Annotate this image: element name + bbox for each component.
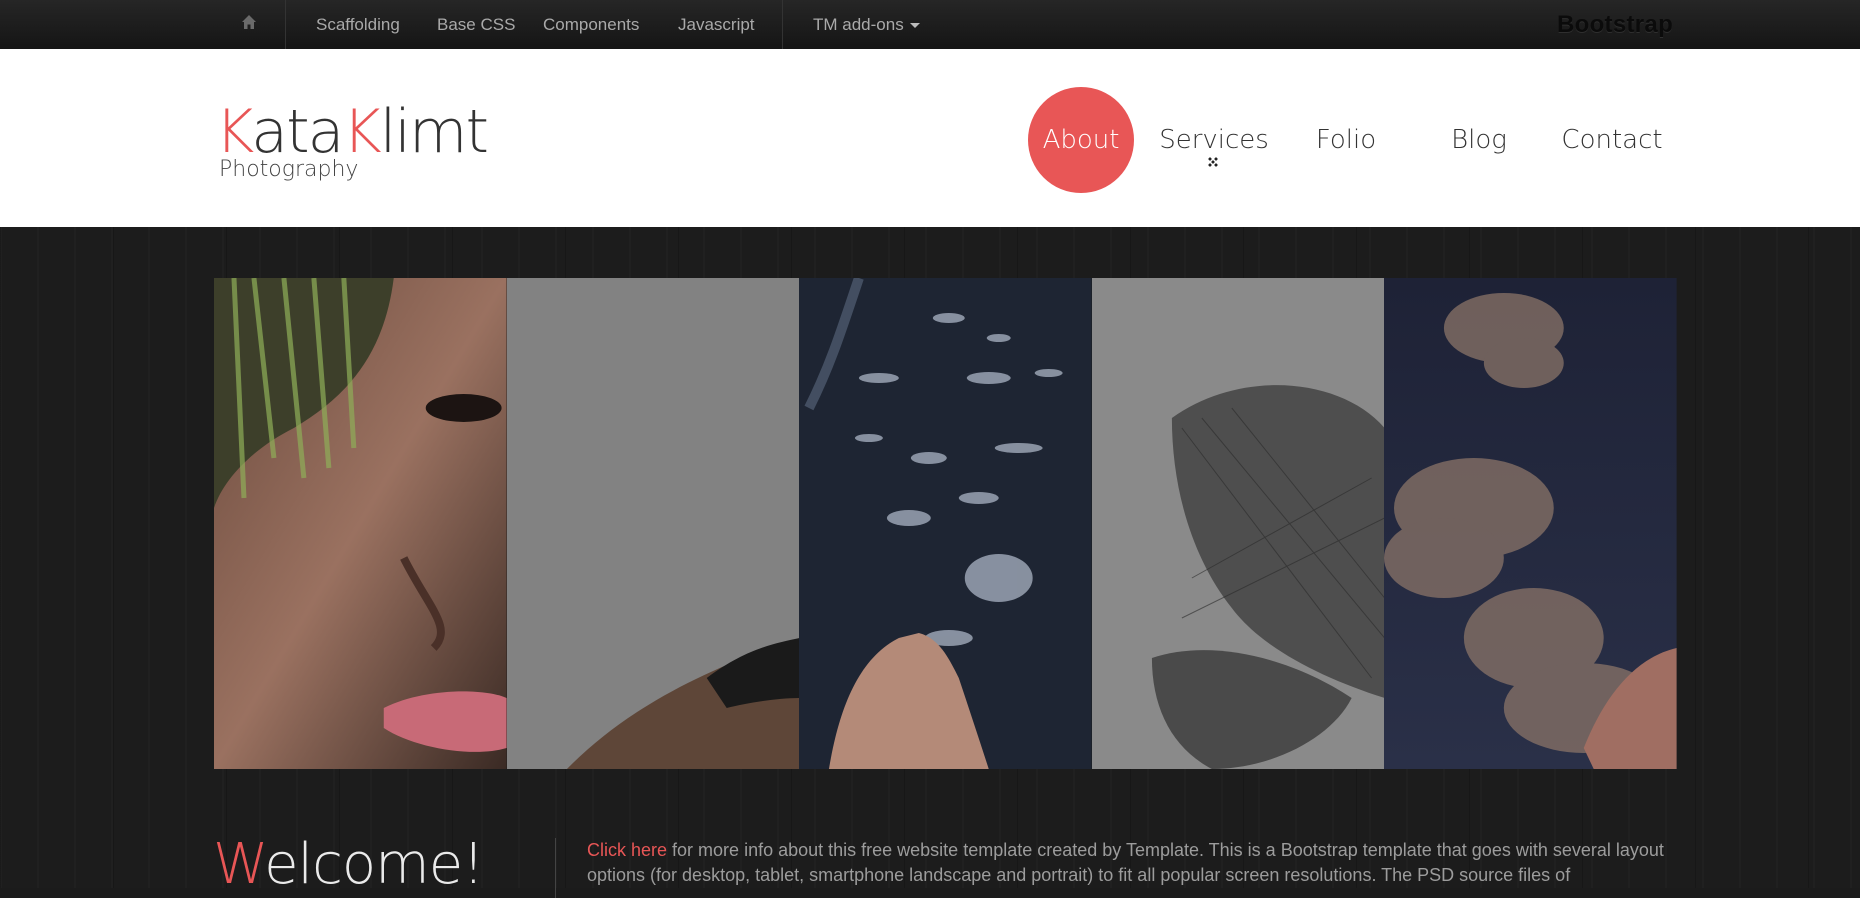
- nav-item-contact[interactable]: Contact: [1556, 87, 1668, 193]
- welcome-initial: W: [213, 832, 265, 897]
- click-here-link[interactable]: Click here: [587, 840, 667, 860]
- woman-face-photo: [214, 278, 507, 769]
- logo-last-rest: limt: [379, 97, 489, 167]
- services-dropdown-indicator-icon: [1208, 157, 1218, 167]
- topbar-divider: [782, 0, 783, 49]
- welcome-rest: elcome!: [264, 832, 485, 897]
- home-button[interactable]: [213, 0, 286, 49]
- topbar-link-base-css[interactable]: Base CSS: [437, 0, 515, 49]
- clouds-photo: [1384, 278, 1677, 769]
- nav-item-folio[interactable]: Folio: [1290, 87, 1402, 193]
- site-logo[interactable]: KataKlimt Photography: [215, 97, 489, 182]
- intro-text: for more info about this free website te…: [587, 840, 1664, 885]
- brand-text[interactable]: Bootstrap: [1557, 0, 1673, 49]
- photo-gallery: [214, 278, 1677, 769]
- topbar-link-components[interactable]: Components: [543, 0, 639, 49]
- logo-name: KataKlimt: [215, 97, 489, 167]
- nav-item-about[interactable]: About: [1028, 87, 1134, 193]
- nav-item-blog[interactable]: Blog: [1424, 87, 1534, 193]
- welcome-heading: Welcome!: [213, 832, 485, 897]
- topbar-dropdown-tm-addons[interactable]: TM add-ons: [813, 0, 920, 49]
- home-icon: [240, 13, 258, 36]
- topbar-link-scaffolding[interactable]: Scaffolding: [316, 0, 400, 49]
- shoulder-photo: [506, 278, 800, 769]
- gallery-panel-veil[interactable]: [1091, 278, 1385, 769]
- gallery-panel-clouds[interactable]: [1384, 278, 1677, 769]
- welcome-divider: [555, 838, 556, 898]
- veil-photo: [1091, 278, 1385, 769]
- gallery-panel-shoulder[interactable]: [506, 278, 800, 769]
- topbar-link-javascript[interactable]: Javascript: [678, 0, 755, 49]
- nav-item-services[interactable]: Services: [1159, 87, 1269, 193]
- gallery-panel-face[interactable]: [214, 278, 507, 769]
- intro-paragraph: Click here for more info about this free…: [587, 838, 1667, 888]
- gallery-panel-feathers[interactable]: [799, 278, 1092, 769]
- caret-down-icon: [909, 23, 920, 29]
- feathers-hand-photo: [799, 278, 1092, 769]
- top-toolbar: Scaffolding Base CSS Components Javascri…: [0, 0, 1860, 50]
- dropdown-label: TM add-ons: [813, 15, 904, 34]
